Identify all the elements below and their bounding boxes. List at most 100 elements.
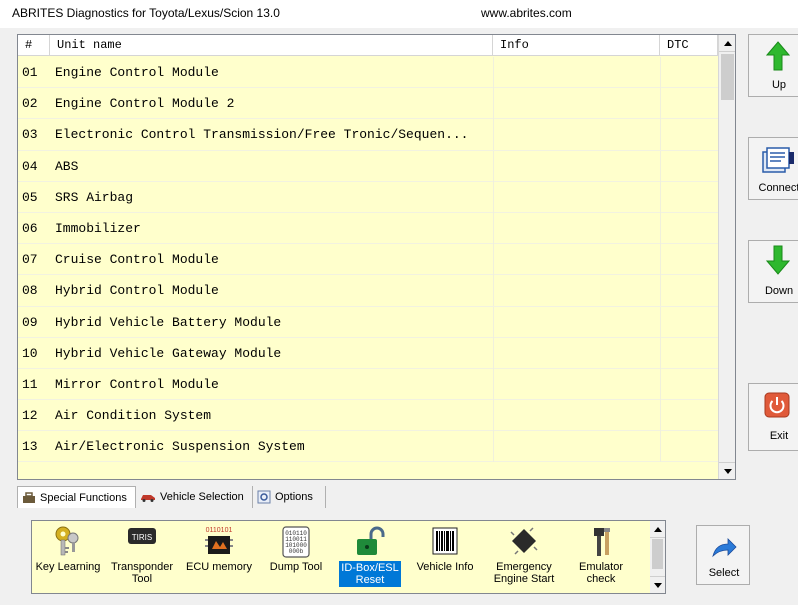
row-dtc [660,306,718,338]
row-number: 05 [22,189,38,205]
row-unit-name: Engine Control Module 2 [55,96,235,112]
down-button-label: Down [764,285,794,297]
power-icon [764,392,790,418]
table-row[interactable]: 08 Hybrid Control Module [18,275,718,307]
transponder-chip-icon: TIRIS [128,528,156,544]
table-row[interactable]: 07 Cruise Control Module [18,244,718,276]
scroll-up-button[interactable] [719,35,735,52]
row-unit-name: SRS Airbag [55,189,134,205]
row-dtc [660,337,718,369]
row-info [493,431,660,463]
exit-button[interactable]: Exit [748,383,798,451]
row-dtc [660,368,718,400]
ecu-memory-icon: 0110101 [205,527,233,554]
row-number: 02 [22,96,38,112]
row-number: 07 [22,252,38,268]
row-info [493,57,660,88]
barcode-icon [432,527,458,555]
dump-binary-icon: 010110 110011 101000 000b [282,526,310,558]
tab-options[interactable]: Options [253,486,326,508]
tab-label: Vehicle Selection [160,491,244,503]
row-unit-name: Air/Electronic Suspension System [55,439,305,455]
scroll-thumb[interactable] [721,54,734,100]
unlock-padlock-icon [357,526,385,555]
function-id-box-esl-reset[interactable]: ID-Box/ESL Reset [339,521,401,593]
table-row[interactable]: 01 Engine Control Module [18,57,718,89]
column-header-dtc[interactable]: DTC [660,35,718,56]
table-row[interactable]: 04 ABS [18,150,718,182]
ecu-memory-icon-text: 0110101 [206,527,233,534]
row-dtc [660,88,718,120]
row-unit-name: Hybrid Vehicle Gateway Module [55,345,282,361]
scroll-up-arrow-icon [653,526,662,532]
function-emergency-engine-start[interactable]: Emergency Engine Start [488,521,560,593]
functions-scroll-thumb[interactable] [652,539,663,569]
tab-vehicle-selection[interactable]: Vehicle Selection [136,486,253,508]
units-table: # Unit name Info DTC 01 Engine Control Mo… [17,34,736,480]
down-button[interactable]: Down [748,240,798,303]
toolbox-icon [23,491,35,503]
table-row[interactable]: 13 Air/Electronic Suspension System [18,431,718,463]
row-dtc [660,400,718,432]
function-label: Emergency Engine Start [493,561,555,585]
function-emulator-check[interactable]: Emulator check [568,521,634,593]
function-ecu-memory[interactable]: 0110101 ECU memory [183,521,255,593]
up-button[interactable]: Up [748,34,798,97]
options-gear-icon [257,490,271,504]
svg-text:000b: 000b [289,548,304,555]
table-row[interactable]: 12 Air Condition System [18,400,718,432]
row-info [493,244,660,276]
row-number: 06 [22,220,38,236]
title-bar: ABRITES Diagnostics for Toyota/Lexus/Sci… [0,0,798,28]
column-header-unit-name[interactable]: Unit name [50,35,493,56]
function-label: Vehicle Info [416,561,474,573]
row-unit-name: Mirror Control Module [55,376,219,392]
table-row[interactable]: 06 Immobilizer [18,212,718,245]
row-number: 04 [22,158,38,174]
table-scrollbar[interactable] [718,35,735,479]
row-info [493,368,660,400]
row-dtc [660,119,718,151]
function-transponder-tool[interactable]: TIRIS Transponder Tool [107,521,177,593]
row-unit-name: ABS [55,158,79,174]
tab-special-functions[interactable]: Special Functions [17,486,136,508]
row-dtc [660,275,718,307]
table-row[interactable]: 10 Hybrid Vehicle Gateway Module [18,337,718,369]
row-info [493,337,660,369]
function-label: Transponder Tool [111,561,173,585]
functions-scroll-down-button[interactable] [650,576,665,593]
select-button-label: Select [708,567,740,579]
row-unit-name: Hybrid Control Module [55,283,219,299]
row-number: 01 [22,65,38,80]
green-up-arrow-icon [766,41,790,71]
select-button[interactable]: Select [696,525,750,585]
table-row[interactable]: 05 SRS Airbag [18,181,718,213]
row-dtc [660,431,718,463]
row-number: 10 [22,345,38,361]
function-key-learning[interactable]: Key Learning [34,521,102,593]
row-unit-name: Electronic Control Transmission/Free Tro… [55,127,469,143]
function-label: ECU memory [185,561,252,573]
window-title: ABRITES Diagnostics for Toyota/Lexus/Sci… [12,6,280,20]
table-row[interactable]: 09 Hybrid Vehicle Battery Module [18,306,718,338]
functions-scrollbar[interactable] [650,521,665,593]
row-info [493,181,660,213]
row-info [493,400,660,432]
connect-button[interactable]: Connect [748,137,798,200]
table-row[interactable]: 11 Mirror Control Module [18,368,718,401]
function-dump-tool[interactable]: 010110 110011 101000 000b Dump Tool [261,521,331,593]
row-number: 13 [22,439,38,455]
row-info [493,212,660,244]
functions-scroll-up-button[interactable] [650,521,665,538]
table-row[interactable]: 02 Engine Control Module 2 [18,88,718,120]
function-vehicle-info[interactable]: Vehicle Info [410,521,480,593]
row-number: 09 [22,314,38,330]
scroll-up-arrow-icon [723,40,732,46]
column-header-number[interactable]: # [18,35,50,56]
table-header: # Unit name Info DTC [18,35,718,56]
column-header-info[interactable]: Info [493,35,660,56]
scroll-down-button[interactable] [719,462,735,479]
table-row[interactable]: 03 Electronic Control Transmission/Free T… [18,119,718,151]
special-functions-panel: Key Learning TIRIS Transponder Tool 0110… [31,520,666,594]
tab-label: Special Functions [40,491,127,504]
